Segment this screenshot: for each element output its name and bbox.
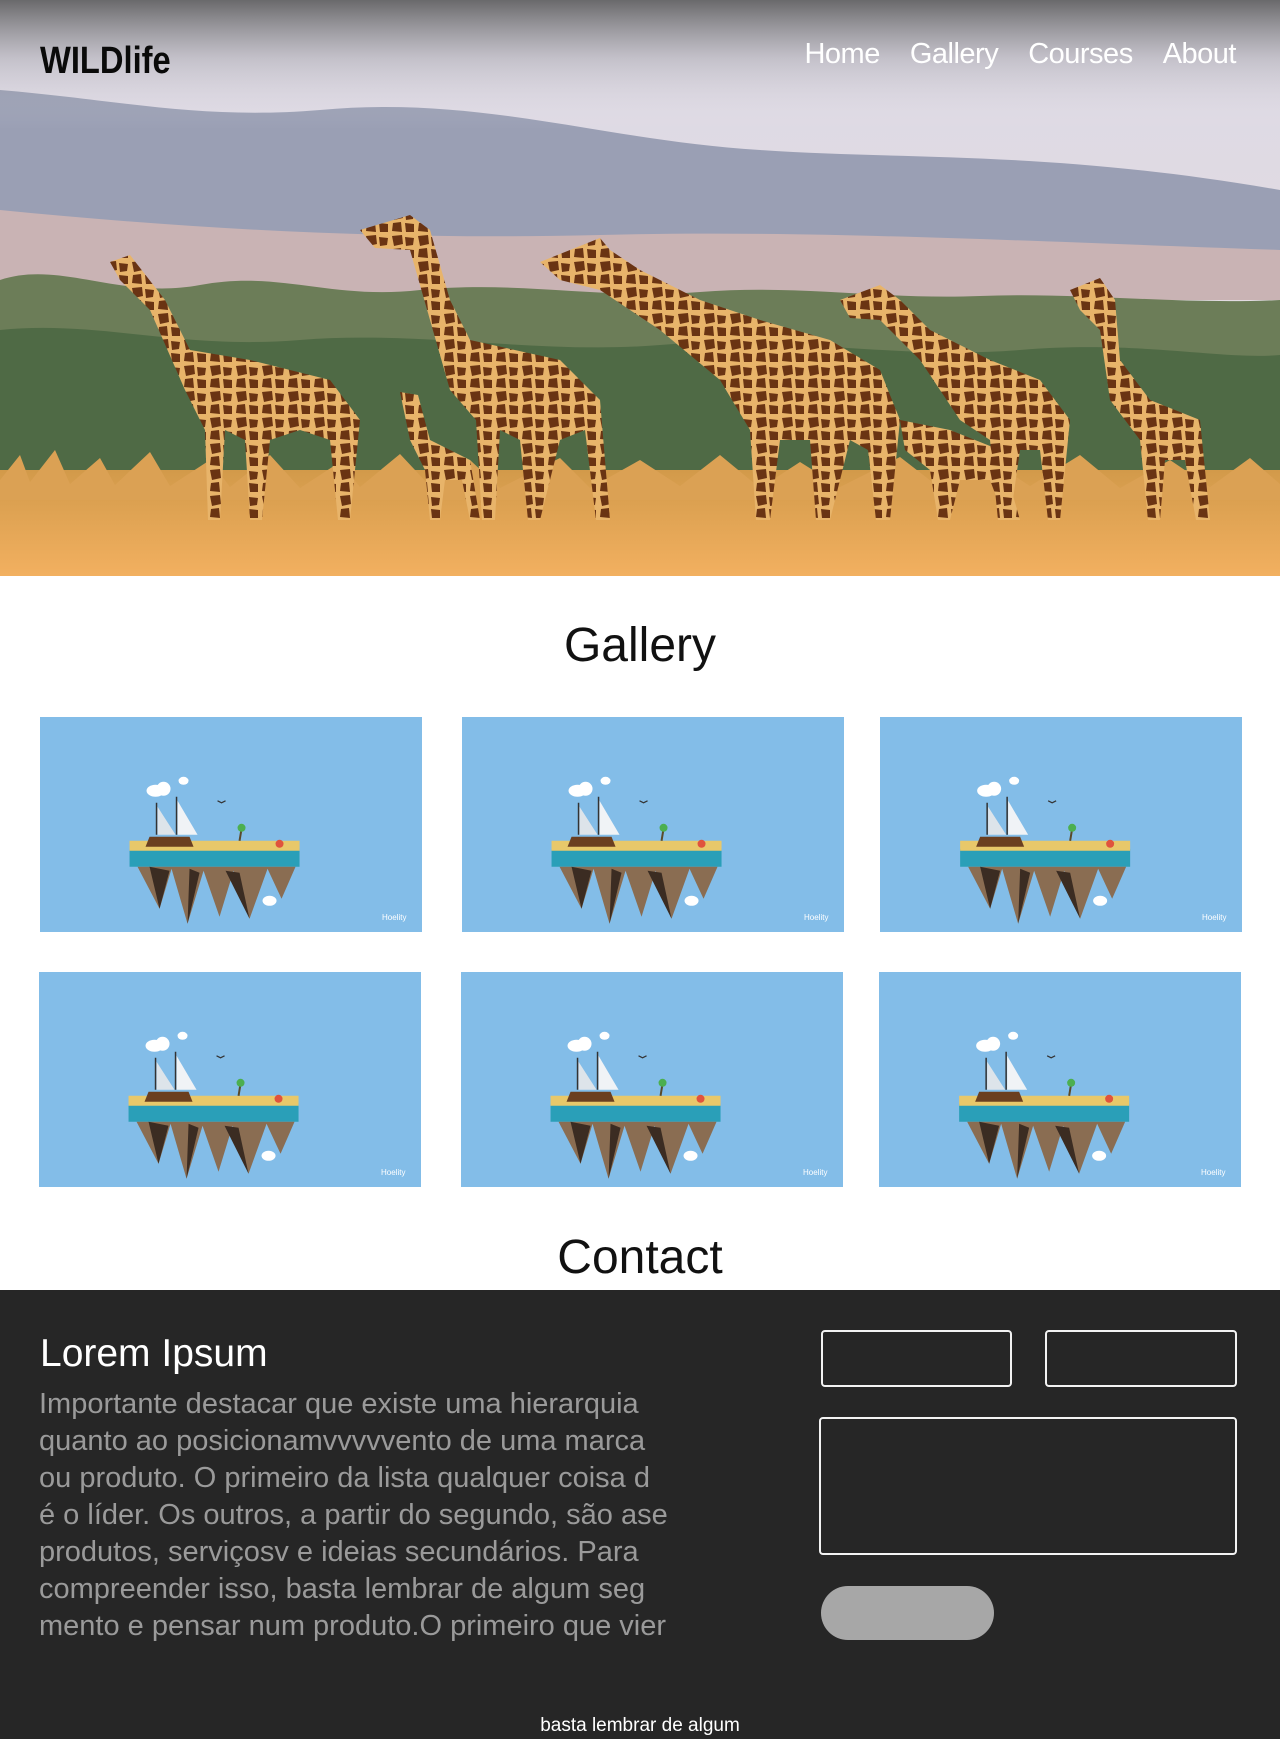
tile-watermark: Hoelity bbox=[804, 913, 828, 922]
gallery-image-4[interactable]: Hoelity bbox=[39, 972, 421, 1187]
message-textarea[interactable] bbox=[819, 1417, 1237, 1555]
gallery-title: Gallery bbox=[563, 619, 717, 672]
contact-heading: Lorem Ipsum bbox=[40, 1332, 268, 1375]
contact-body-text: Importante destacar que existe uma hiera… bbox=[39, 1388, 668, 1642]
tile-watermark: Hoelity bbox=[382, 913, 406, 922]
site-logo[interactable]: WILDlife bbox=[40, 40, 171, 83]
contact-title: Contact bbox=[557, 1231, 723, 1284]
gallery-image-5[interactable]: Hoelity bbox=[461, 972, 843, 1187]
top-navigation-bar: WILDlife Home Gallery Courses About bbox=[0, 0, 1280, 120]
tile-watermark: Hoelity bbox=[803, 1168, 827, 1177]
gallery-image-2[interactable]: Hoelity bbox=[462, 717, 844, 932]
name-input[interactable] bbox=[821, 1330, 1012, 1387]
nav-link-about[interactable]: About bbox=[1163, 38, 1237, 71]
footer-note: basta lembrar de algum bbox=[540, 1715, 740, 1736]
hero-banner: WILDlife Home Gallery Courses About bbox=[0, 0, 1280, 576]
nav-link-courses[interactable]: Courses bbox=[1028, 38, 1133, 71]
tile-watermark: Hoelity bbox=[1201, 1168, 1225, 1177]
gallery-image-1[interactable]: Hoelity bbox=[40, 717, 422, 932]
nav-link-gallery[interactable]: Gallery bbox=[910, 38, 999, 71]
gallery-image-3[interactable]: Hoelity bbox=[880, 717, 1242, 932]
main-nav: Home Gallery Courses About bbox=[804, 38, 1236, 71]
gallery-image-6[interactable]: Hoelity bbox=[879, 972, 1241, 1187]
submit-button[interactable] bbox=[821, 1586, 994, 1640]
email-input[interactable] bbox=[1045, 1330, 1237, 1387]
tile-watermark: Hoelity bbox=[381, 1168, 405, 1177]
nav-link-home[interactable]: Home bbox=[804, 38, 880, 71]
tile-watermark: Hoelity bbox=[1202, 913, 1226, 922]
